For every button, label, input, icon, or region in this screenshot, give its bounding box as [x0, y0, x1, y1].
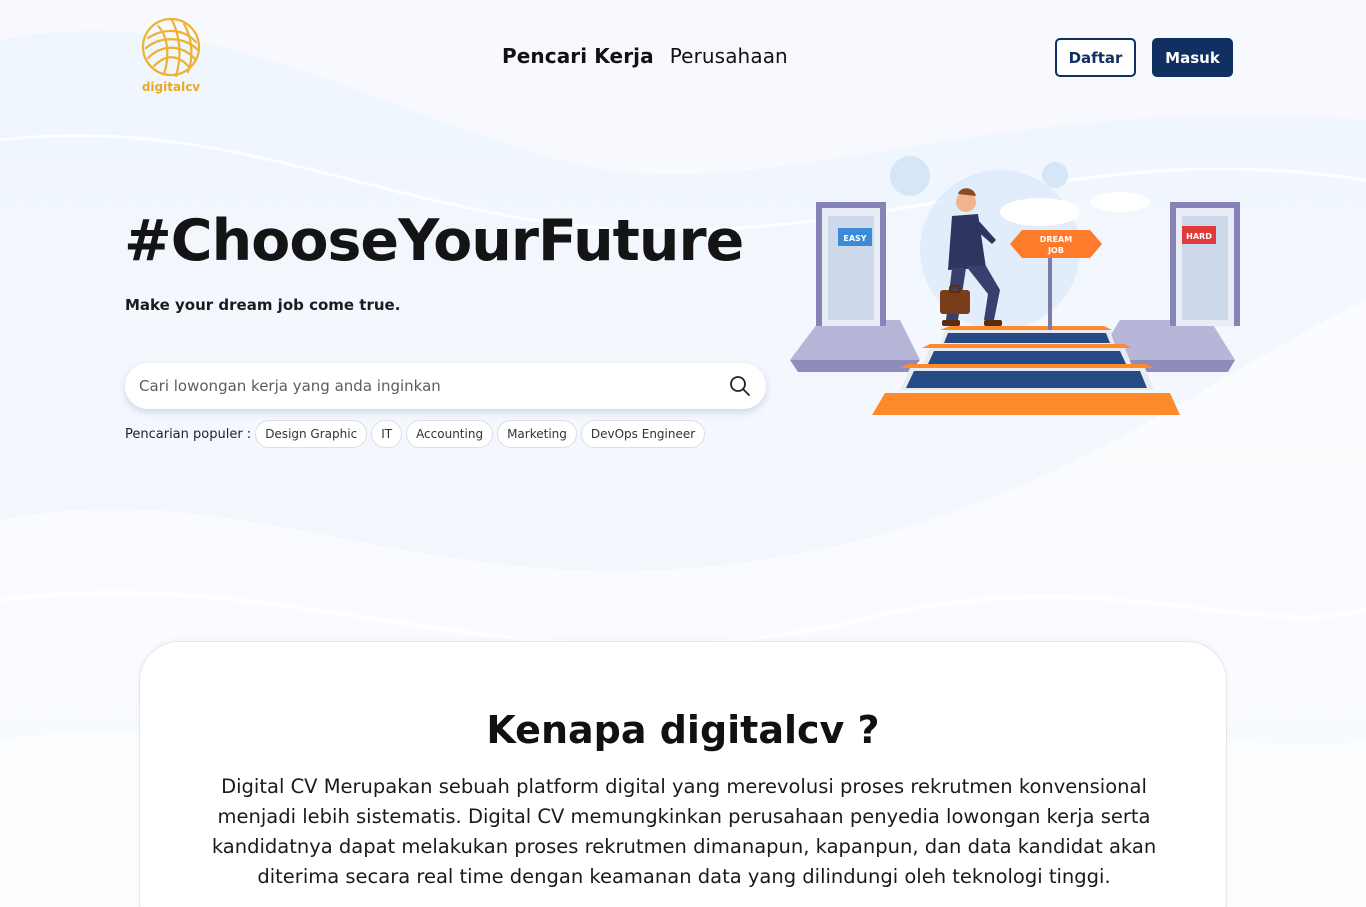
signpost-line1: DREAM	[1040, 235, 1072, 244]
register-button[interactable]: Daftar	[1055, 38, 1136, 77]
popular-searches: Pencarian populer : Design Graphic IT Ac…	[125, 420, 706, 448]
popular-tag[interactable]: Accounting	[406, 420, 494, 448]
popular-tag[interactable]: DevOps Engineer	[580, 420, 706, 448]
brand-name: digitalcv	[141, 80, 201, 94]
about-card: Kenapa digitalcv ? Digital CV Merupakan …	[139, 641, 1227, 907]
hard-sign: HARD	[1186, 232, 1212, 241]
nav-perusahaan[interactable]: Perusahaan	[670, 44, 788, 68]
popular-tag[interactable]: Design Graphic	[255, 420, 368, 448]
fingerprint-logo-icon	[141, 17, 201, 78]
dream-job-illustration: EASY HARD DREAM JOB	[790, 156, 1240, 415]
popular-tag[interactable]: Marketing	[497, 420, 577, 448]
about-body: Digital CV Merupakan sebuah platform dig…	[211, 775, 1157, 888]
easy-sign: EASY	[843, 234, 866, 243]
popular-tag[interactable]: IT	[371, 420, 403, 448]
about-title: Kenapa digitalcv ?	[486, 708, 880, 752]
brand-logo[interactable]: digitalcv	[138, 16, 204, 100]
job-search-bar	[125, 363, 766, 409]
job-search-input[interactable]	[139, 377, 728, 395]
hero-title: #ChooseYourFuture	[124, 208, 744, 274]
search-icon[interactable]	[728, 374, 752, 398]
hero-subtitle: Make your dream job come true.	[125, 296, 401, 314]
signpost-line2: JOB	[1047, 246, 1064, 255]
main-nav: Pencari Kerja Perusahaan	[502, 44, 788, 68]
login-button[interactable]: Masuk	[1152, 38, 1233, 77]
nav-pencari-kerja[interactable]: Pencari Kerja	[502, 44, 654, 68]
popular-label: Pencarian populer :	[125, 426, 252, 442]
